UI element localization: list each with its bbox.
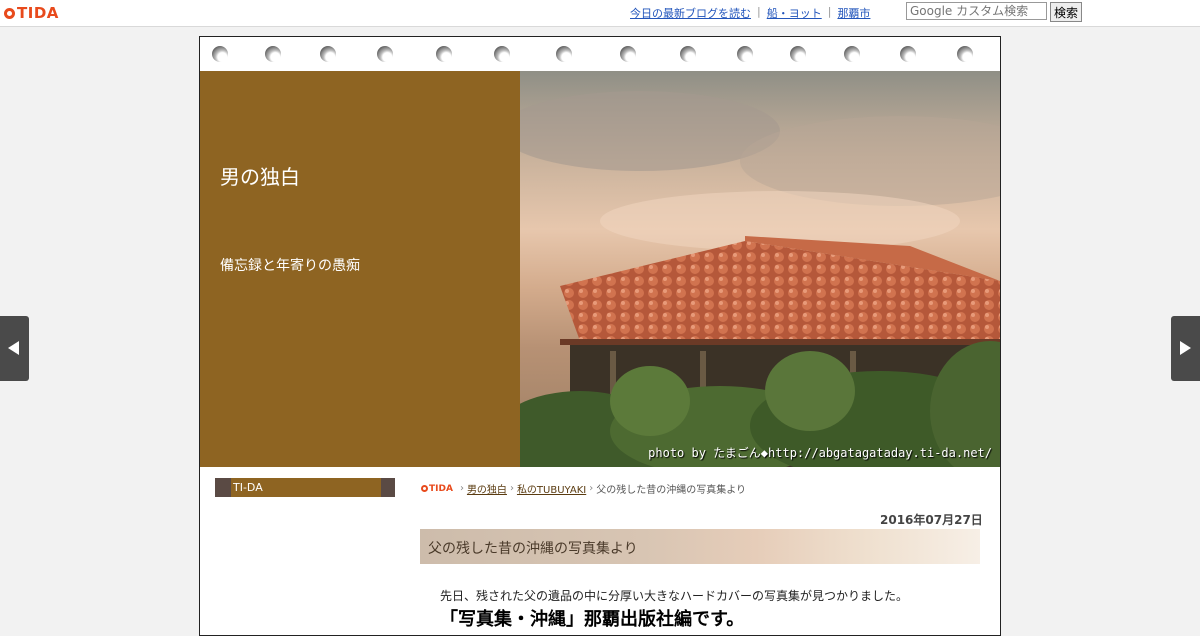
- entry-body-text: 先日、残された父の遺品の中に分厚い大きなハードカバーの写真集が見つかりました。: [440, 589, 909, 603]
- blog-title[interactable]: 男の独白: [220, 161, 300, 190]
- next-page-button[interactable]: [1171, 316, 1200, 381]
- logo-ring-icon: [4, 7, 15, 19]
- entry-title-bar: 父の残した昔の沖縄の写真集より: [420, 529, 980, 564]
- ring-icon: [957, 46, 973, 62]
- header-photo: photo by たまごん◆http://abgatagataday.ti-da…: [520, 71, 1000, 467]
- link-separator: |: [827, 5, 832, 18]
- breadcrumb-blog-link[interactable]: 男の独白: [467, 481, 507, 496]
- blog-description: 備忘録と年寄りの愚痴: [220, 258, 360, 274]
- prev-page-button[interactable]: [0, 316, 29, 381]
- ring-icon: [320, 46, 336, 62]
- ring-icon: [212, 46, 228, 62]
- binder-rings: [200, 37, 1000, 71]
- logo-text: TIDA: [17, 4, 59, 22]
- search-button[interactable]: 検索: [1050, 2, 1083, 22]
- arrow-right-icon: [1180, 341, 1191, 355]
- breadcrumb-logo-text: TIDA: [429, 483, 453, 494]
- ring-icon: [620, 46, 636, 62]
- blog-page: 男の独白 備忘録と年寄りの愚痴 photo by たまごん◆http://abg…: [199, 36, 1001, 636]
- boat-yacht-link[interactable]: 船・ヨット: [767, 5, 822, 21]
- photo-credit: photo by たまごん◆http://abgatagataday.ti-da…: [648, 446, 992, 460]
- ring-icon: [377, 46, 393, 62]
- breadcrumb-category-link[interactable]: 私のTUBUYAKI: [517, 481, 586, 496]
- ring-icon: [680, 46, 696, 62]
- ring-icon: [265, 46, 281, 62]
- breadcrumb-separator: ›: [589, 483, 594, 494]
- ring-icon: [737, 46, 753, 62]
- ring-icon: [844, 46, 860, 62]
- ring-icon: [790, 46, 806, 62]
- top-bar: TIDA 今日の最新ブログを読む | 船・ヨット | 那覇市 検索: [0, 0, 1200, 27]
- sidebar-tida-box[interactable]: TI-DA: [215, 478, 395, 497]
- ring-icon: [494, 46, 510, 62]
- search-form: 検索: [906, 2, 1083, 22]
- logo-ring-icon: [421, 485, 428, 492]
- breadcrumb-logo[interactable]: TIDA: [421, 484, 453, 494]
- breadcrumb-separator: ›: [459, 483, 464, 494]
- breadcrumb-current: 父の残した昔の沖縄の写真集より: [596, 485, 747, 496]
- sidebar-box-label: TI-DA: [233, 481, 263, 494]
- breadcrumb: TIDA › 男の独白 › 私のTUBUYAKI › 父の残した昔の沖縄の写真集…: [421, 481, 746, 496]
- arrow-left-icon: [8, 341, 19, 355]
- ring-icon: [436, 46, 452, 62]
- latest-blogs-link[interactable]: 今日の最新ブログを読む: [630, 5, 751, 21]
- naha-link[interactable]: 那覇市: [837, 5, 870, 21]
- entry-title[interactable]: 父の残した昔の沖縄の写真集より: [428, 538, 638, 558]
- breadcrumb-separator: ›: [509, 483, 514, 494]
- ring-icon: [556, 46, 572, 62]
- link-separator: |: [757, 5, 761, 18]
- entry-body-heading: 「写真集・沖縄」那覇出版社編です。: [440, 609, 745, 630]
- entry-date: 2016年07月27日: [880, 513, 983, 527]
- top-links: 今日の最新ブログを読む | 船・ヨット | 那覇市: [630, 5, 870, 21]
- tida-logo[interactable]: TIDA: [4, 4, 59, 22]
- house-roof-illustration: [520, 91, 1000, 467]
- header-title-panel: 男の独白 備忘録と年寄りの愚痴: [200, 71, 520, 467]
- ring-icon: [900, 46, 916, 62]
- search-input[interactable]: [906, 2, 1047, 20]
